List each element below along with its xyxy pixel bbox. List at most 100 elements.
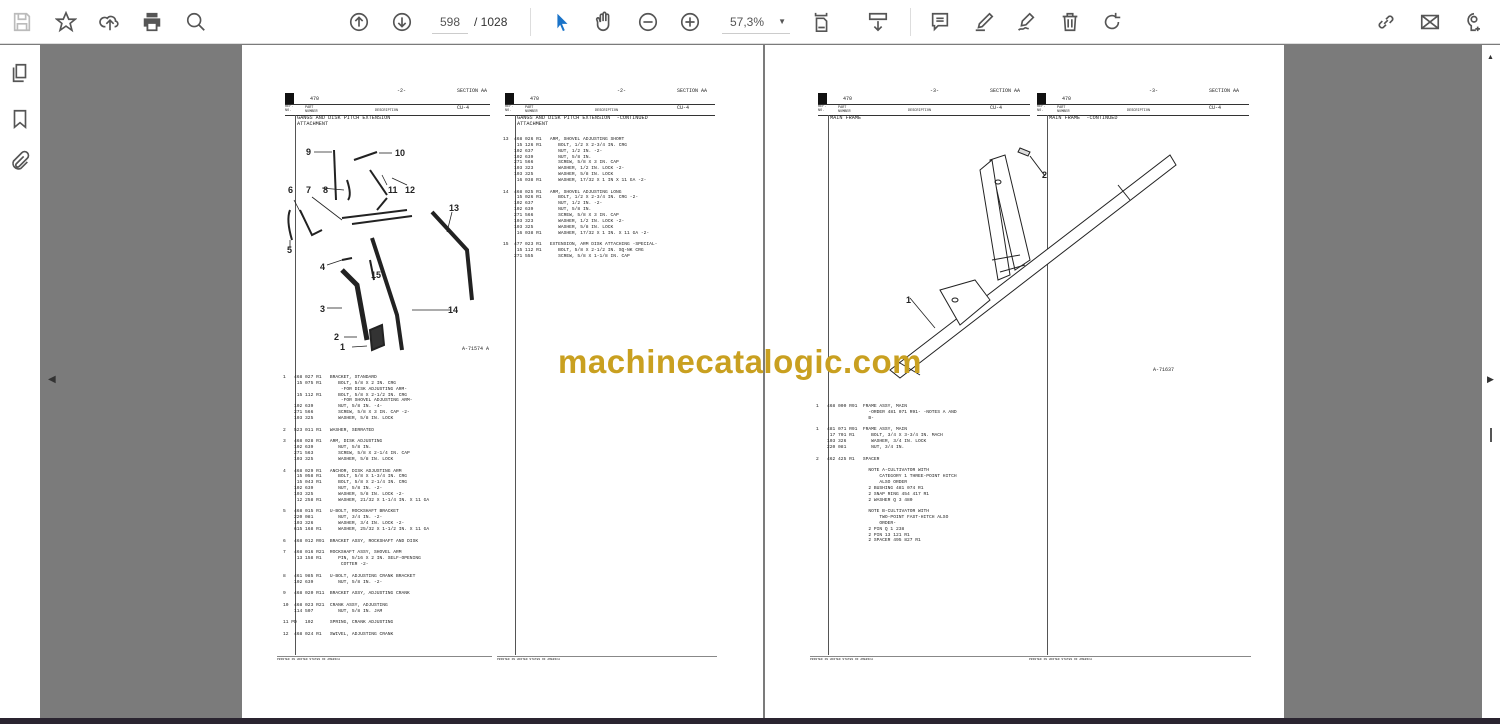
previous-page-icon[interactable] (345, 8, 373, 36)
model-number: 470 (530, 96, 540, 102)
highlight-pen-icon[interactable] (970, 8, 998, 36)
code-label: CU-4 (1209, 105, 1222, 111)
select-cursor-icon[interactable] (548, 8, 576, 36)
zoom-value: 57,3% (730, 15, 765, 29)
ref-no-label: REF. NO. (285, 105, 294, 113)
manufacturer-logo (818, 93, 827, 104)
scrollbar-thumb[interactable] (1490, 428, 1492, 442)
section-label: SECTION AA (677, 88, 708, 94)
part-number-label: PART NUMBER (838, 106, 851, 114)
manufacturer-logo (505, 93, 514, 104)
watermark: machinecatalogic.com (558, 343, 922, 380)
vertical-scrollbar[interactable]: ▲ ▶ (1482, 45, 1500, 718)
divider (910, 8, 911, 36)
chevron-down-icon: ▼ (778, 17, 786, 26)
parts-list: 1 468 000 R91 FRAME ASSY, MAIN -ORDER 48… (816, 404, 957, 544)
sign-icon[interactable] (1012, 8, 1040, 36)
section-label: SECTION AA (990, 88, 1021, 94)
footer-text: PRINTED IN UNITED STATES OF AMERICA (497, 658, 561, 661)
callout-4: 4 (320, 262, 326, 272)
print-icon[interactable] (138, 8, 166, 36)
group-title: MAIN FRAME -CONTINUED (1049, 115, 1118, 121)
description-label: DESCRIPTION (375, 109, 399, 113)
description-label: DESCRIPTION (595, 109, 619, 113)
part-number-label: PART NUMBER (305, 106, 318, 114)
parts-list: 1 468 027 R1 BRACKET, STANDARD 15 075 R1… (283, 375, 430, 638)
scroll-mode-icon[interactable] (864, 8, 892, 36)
page-number-input[interactable]: 598 (432, 10, 468, 34)
footer-rule (1029, 656, 1251, 657)
callout-2: 2 (1042, 170, 1048, 180)
next-page-icon[interactable] (388, 8, 416, 36)
code-label: CU-4 (457, 105, 470, 111)
taskbar-strip (0, 718, 1500, 724)
description-label: DESCRIPTION (1127, 109, 1151, 113)
share-link-icon[interactable] (1372, 8, 1400, 36)
callout-11: 11 (388, 185, 398, 195)
cloud-upload-icon[interactable] (96, 8, 124, 36)
part-number-label: PART NUMBER (525, 106, 538, 114)
page-label: -3- (1149, 88, 1159, 94)
column-rule (828, 115, 829, 655)
callout-10: 10 (395, 148, 406, 158)
footer-text: PRINTED IN UNITED STATES OF AMERICA (1029, 658, 1093, 661)
zoom-level-select[interactable]: 57,3% ▼ (722, 10, 790, 34)
callout-12: 12 (405, 185, 416, 195)
group-title: GANGS AND DISK PITCH EXTENSION -CONTINUE… (517, 115, 648, 127)
zoom-out-icon[interactable] (634, 8, 662, 36)
code-label: CU-4 (677, 105, 690, 111)
model-number: 470 (1062, 96, 1072, 102)
delete-icon[interactable] (1056, 8, 1084, 36)
ref-no-label: REF. NO. (505, 105, 514, 113)
search-icon[interactable] (182, 8, 210, 36)
figure-number: A-71574 A (462, 346, 490, 352)
callout-9: 9 (306, 147, 312, 157)
bookmark-icon[interactable] (6, 105, 34, 133)
callout-5: 5 (287, 245, 293, 255)
group-title: MAIN FRAME (830, 115, 862, 121)
description-label: DESCRIPTION (908, 109, 932, 113)
callout-7: 7 (306, 185, 312, 195)
thumbnails-icon[interactable] (6, 59, 34, 87)
email-icon[interactable] (1416, 8, 1444, 36)
divider (530, 8, 531, 36)
parts-list: 13 468 026 R1 ARM, SHOVEL ADJUSTING SHOR… (503, 137, 658, 259)
page-label: -3- (930, 88, 940, 94)
ref-no-label: REF. NO. (1037, 105, 1046, 113)
bookmark-star-icon[interactable] (52, 8, 80, 36)
fit-page-icon[interactable] (808, 8, 836, 36)
hand-tool-icon[interactable] (590, 8, 618, 36)
footer-rule (277, 656, 492, 657)
left-sidebar (0, 45, 40, 718)
figure-number: A-71637 (1153, 367, 1175, 373)
gangs-assembly-diagram (287, 149, 474, 352)
model-number: 470 (310, 96, 320, 102)
collapse-sidebar-arrow[interactable]: ◀ (48, 374, 56, 385)
callout-8: 8 (323, 185, 329, 195)
footer-text: PRINTED IN UNITED STATES OF AMERICA (810, 658, 874, 661)
rotate-icon[interactable] (1098, 8, 1126, 36)
ref-no-label: REF. NO. (818, 105, 827, 113)
code-label: CU-4 (990, 105, 1003, 111)
manufacturer-logo (1037, 93, 1046, 104)
callout-6: 6 (288, 185, 294, 195)
add-user-icon[interactable] (1460, 8, 1488, 36)
zoom-in-icon[interactable] (676, 8, 704, 36)
page-label: -2- (397, 88, 407, 94)
footer-rule (497, 656, 717, 657)
main-frame-diagram (889, 147, 1177, 379)
callout-3: 3 (320, 304, 326, 314)
attachment-icon[interactable] (6, 147, 34, 175)
callout-1: 1 (906, 295, 912, 305)
comment-icon[interactable] (926, 8, 954, 36)
part-number-label: PART NUMBER (1057, 106, 1070, 114)
scroll-up-arrow[interactable]: ▲ (1487, 54, 1494, 61)
save-icon[interactable] (8, 8, 36, 36)
expand-panel-arrow[interactable]: ▶ (1487, 374, 1494, 385)
group-title: GANGS AND DISK PITCH EXTENSION ATTACHMEN… (297, 115, 391, 127)
section-label: SECTION AA (457, 88, 488, 94)
footer-text: PRINTED IN UNITED STATES OF AMERICA (277, 658, 341, 661)
page-label: -2- (617, 88, 627, 94)
model-number: 470 (843, 96, 853, 102)
callout-14: 14 (448, 305, 459, 315)
